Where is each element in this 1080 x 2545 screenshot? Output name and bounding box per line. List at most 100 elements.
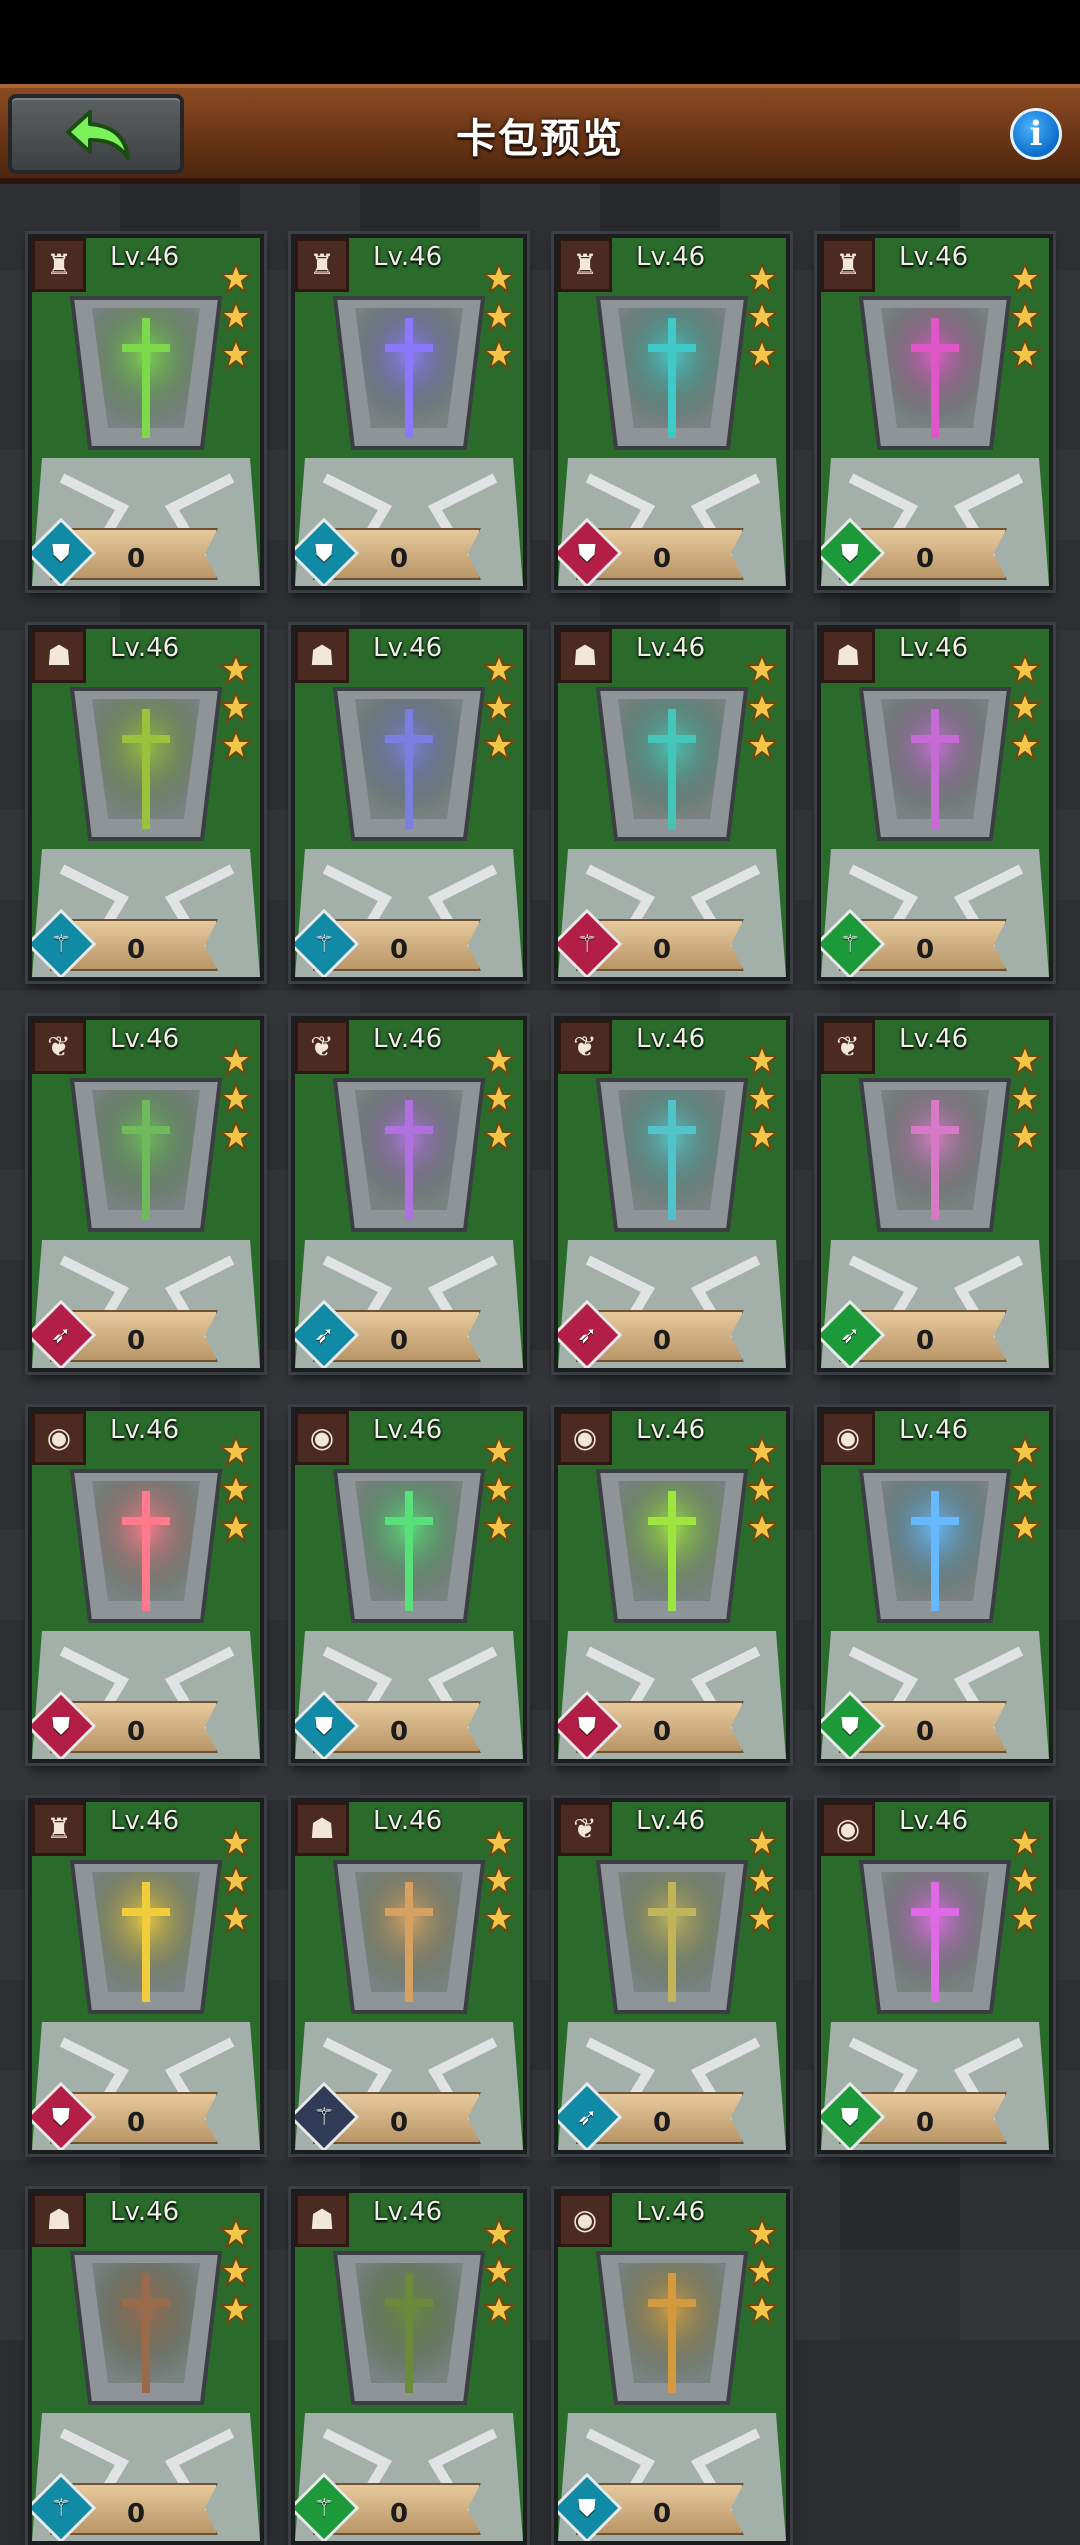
beast-icon: ☗ xyxy=(295,629,349,683)
card-count: 0 xyxy=(915,1326,935,1356)
star-rating xyxy=(1009,653,1043,767)
info-icon: i xyxy=(1029,114,1043,154)
hero-card[interactable]: ◉ Lv.46 0 ⛊ xyxy=(554,1407,790,1763)
star-icon xyxy=(483,1044,515,1076)
star-icon xyxy=(220,1044,252,1076)
hero-card[interactable]: ♜ Lv.46 0 ⛊ xyxy=(28,234,264,590)
wing-icon: ❦ xyxy=(295,1020,349,1074)
hero-card[interactable]: ◉ Lv.46 0 ⛊ xyxy=(817,1798,1053,2154)
hero-card[interactable]: ◉ Lv.46 0 ⛊ xyxy=(554,2189,790,2545)
hero-card[interactable]: ❦ Lv.46 0 ➶ xyxy=(291,1016,527,1372)
bow-icon: ➶ xyxy=(313,1321,335,1349)
info-button[interactable]: i xyxy=(1010,108,1062,160)
hero-card[interactable]: ❦ Lv.46 0 ➶ xyxy=(554,1798,790,2154)
star-icon xyxy=(1009,262,1041,294)
card-count: 0 xyxy=(389,2499,409,2529)
eye-icon: ◉ xyxy=(558,2193,612,2247)
bow-icon: ➶ xyxy=(839,1321,861,1349)
star-rating xyxy=(1009,1044,1043,1158)
bow-icon: ➶ xyxy=(576,2103,598,2131)
helmet-icon: ♜ xyxy=(821,238,875,292)
hero-card[interactable]: ☗ Lv.46 0 ⚚ xyxy=(291,625,527,981)
level-label: Lv.46 xyxy=(899,1415,969,1445)
hero-card[interactable]: ❦ Lv.46 0 ➶ xyxy=(28,1016,264,1372)
hero-card[interactable]: ☗ Lv.46 0 ⚚ xyxy=(817,625,1053,981)
beast-icon: ☗ xyxy=(821,629,875,683)
shield-icon: ⛊ xyxy=(578,1712,596,1740)
level-label: Lv.46 xyxy=(899,1806,969,1836)
star-rating xyxy=(746,262,780,376)
star-icon xyxy=(746,1120,778,1152)
star-rating xyxy=(483,262,517,376)
card-count: 0 xyxy=(126,1326,146,1356)
star-rating xyxy=(1009,1435,1043,1549)
card-count: 0 xyxy=(389,544,409,574)
star-icon xyxy=(1009,300,1041,332)
star-icon xyxy=(746,653,778,685)
level-label: Lv.46 xyxy=(373,2197,443,2227)
hero-card[interactable]: ☗ Lv.46 0 ⚚ xyxy=(554,625,790,981)
star-icon xyxy=(483,729,515,761)
shield-icon: ⛊ xyxy=(315,539,333,567)
star-icon xyxy=(746,2293,778,2325)
hero-card[interactable]: ♜ Lv.46 0 ⛊ xyxy=(291,234,527,590)
helmet-icon: ♜ xyxy=(32,238,86,292)
card-count: 0 xyxy=(389,2108,409,2138)
star-rating xyxy=(220,1044,254,1158)
card-count: 0 xyxy=(915,1717,935,1747)
hero-card[interactable]: ☗ Lv.46 0 ⚚ xyxy=(291,1798,527,2154)
hero-card[interactable]: ☗ Lv.46 0 ⚚ xyxy=(28,625,264,981)
star-icon xyxy=(220,1864,252,1896)
card-count: 0 xyxy=(389,1326,409,1356)
beast-icon: ☗ xyxy=(558,629,612,683)
level-label: Lv.46 xyxy=(110,1415,180,1445)
star-icon xyxy=(483,1082,515,1114)
star-icon xyxy=(483,1473,515,1505)
hero-card[interactable]: ◉ Lv.46 0 ⛊ xyxy=(817,1407,1053,1763)
card-count: 0 xyxy=(915,935,935,965)
star-rating xyxy=(483,2217,517,2331)
level-label: Lv.46 xyxy=(899,633,969,663)
card-count: 0 xyxy=(389,935,409,965)
star-icon xyxy=(746,1473,778,1505)
hero-card[interactable]: ❦ Lv.46 0 ➶ xyxy=(554,1016,790,1372)
star-icon xyxy=(220,1120,252,1152)
star-icon xyxy=(483,1902,515,1934)
hero-card[interactable]: ♜ Lv.46 0 ⛊ xyxy=(554,234,790,590)
star-icon xyxy=(746,2255,778,2287)
bow-icon: ➶ xyxy=(50,1321,72,1349)
star-icon xyxy=(220,1902,252,1934)
star-icon xyxy=(220,338,252,370)
card-count: 0 xyxy=(652,935,672,965)
hero-card[interactable]: ♜ Lv.46 0 ⛊ xyxy=(817,234,1053,590)
star-rating xyxy=(746,1435,780,1549)
wing-icon: ❦ xyxy=(558,1802,612,1856)
shield-icon: ⛊ xyxy=(841,2103,859,2131)
star-rating xyxy=(483,653,517,767)
level-label: Lv.46 xyxy=(636,242,706,272)
hero-card[interactable]: ☗ Lv.46 0 ⚚ xyxy=(28,2189,264,2545)
bow-icon: ➶ xyxy=(576,1321,598,1349)
star-icon xyxy=(483,338,515,370)
star-icon xyxy=(746,1864,778,1896)
hero-card[interactable]: ◉ Lv.46 0 ⛊ xyxy=(291,1407,527,1763)
star-icon xyxy=(220,262,252,294)
star-rating xyxy=(483,1826,517,1940)
star-icon xyxy=(1009,338,1041,370)
hero-card[interactable]: ❦ Lv.46 0 ➶ xyxy=(817,1016,1053,1372)
level-label: Lv.46 xyxy=(636,1024,706,1054)
eye-icon: ◉ xyxy=(821,1411,875,1465)
wing-icon: ❦ xyxy=(558,1020,612,1074)
star-icon xyxy=(483,1826,515,1858)
card-count: 0 xyxy=(126,2108,146,2138)
star-icon xyxy=(483,2255,515,2287)
hero-card[interactable]: ◉ Lv.46 0 ⛊ xyxy=(28,1407,264,1763)
level-label: Lv.46 xyxy=(373,633,443,663)
star-icon xyxy=(1009,691,1041,723)
card-count: 0 xyxy=(915,2108,935,2138)
hero-card[interactable]: ♜ Lv.46 0 ⛊ xyxy=(28,1798,264,2154)
star-icon xyxy=(220,2293,252,2325)
star-rating xyxy=(220,1435,254,1549)
header-bar: 卡包预览 i xyxy=(0,84,1080,184)
hero-card[interactable]: ☗ Lv.46 0 ⚚ xyxy=(291,2189,527,2545)
